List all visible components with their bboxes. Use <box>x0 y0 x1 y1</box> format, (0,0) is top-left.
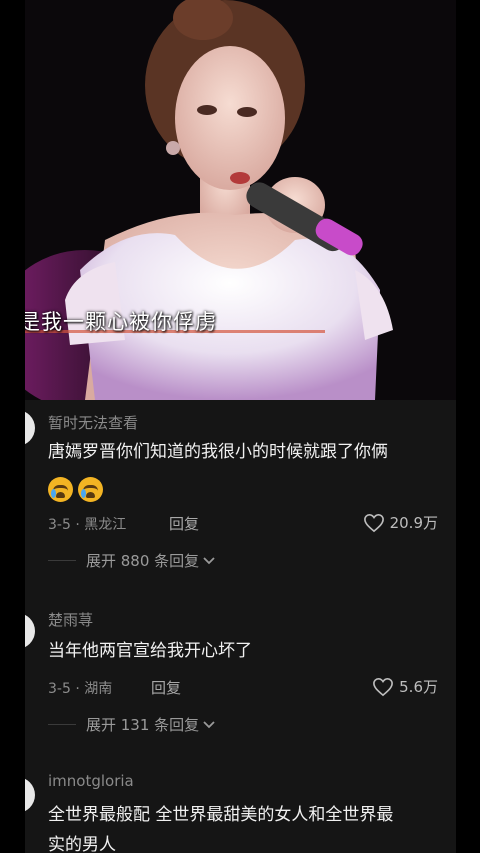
comment-username[interactable]: imnotgloria <box>48 772 134 790</box>
expand-replies[interactable]: 展开 131 条回复 <box>48 714 216 735</box>
emoji-row <box>48 477 108 502</box>
avatar[interactable] <box>25 777 35 813</box>
like-count: 20.9万 <box>389 514 438 532</box>
divider <box>48 560 76 561</box>
comment-username[interactable]: 暂时无法查看 <box>48 412 138 433</box>
like-button[interactable]: 20.9万 <box>363 512 438 533</box>
comment-text: 当年他两官宣给我开心坏了 <box>48 641 252 661</box>
comment-username[interactable]: 楚雨荨 <box>48 609 93 630</box>
comment-text-line: 全世界最般配 全世界最甜美的女人和全世界最 <box>48 805 394 825</box>
expand-label: 展开 880 条回复 <box>86 552 200 570</box>
avatar[interactable] <box>25 613 35 649</box>
chevron-down-icon <box>203 720 215 728</box>
heart-icon <box>363 513 384 532</box>
expand-label: 展开 131 条回复 <box>86 716 200 734</box>
crying-face-icon <box>78 477 103 502</box>
avatar[interactable] <box>25 410 35 446</box>
divider <box>48 724 76 725</box>
comment-meta: 3-5 · 湖南 <box>48 681 113 697</box>
chevron-down-icon <box>203 556 215 564</box>
crying-face-icon <box>48 477 73 502</box>
comment-date: 3-5 <box>48 517 71 533</box>
like-count: 5.6万 <box>399 678 438 696</box>
comment-location: 湖南 <box>84 681 113 697</box>
like-button[interactable]: 5.6万 <box>372 676 438 697</box>
expand-replies[interactable]: 展开 880 条回复 <box>48 550 216 571</box>
video-player[interactable]: 是我一颗心被你俘虏 <box>25 0 456 400</box>
comment-text: 唐嫣罗晋你们知道的我很小的时候就跟了你俩 <box>48 442 388 462</box>
comment-date: 3-5 <box>48 681 71 697</box>
heart-icon <box>373 677 394 696</box>
video-subtitle: 是我一颗心被你俘虏 <box>25 310 217 334</box>
comment-location: 黑龙江 <box>84 517 127 533</box>
reply-button[interactable]: 回复 <box>151 677 181 698</box>
comment-text-line: 实的男人 <box>48 835 116 853</box>
video-frame-image <box>25 0 456 400</box>
comment-meta: 3-5 · 黑龙江 <box>48 517 127 533</box>
reply-button[interactable]: 回复 <box>169 513 199 534</box>
comment-screen: 是我一颗心被你俘虏 暂时无法查看 唐嫣罗晋你们知道的我很小的时候就跟了你俩 3-… <box>25 0 456 853</box>
